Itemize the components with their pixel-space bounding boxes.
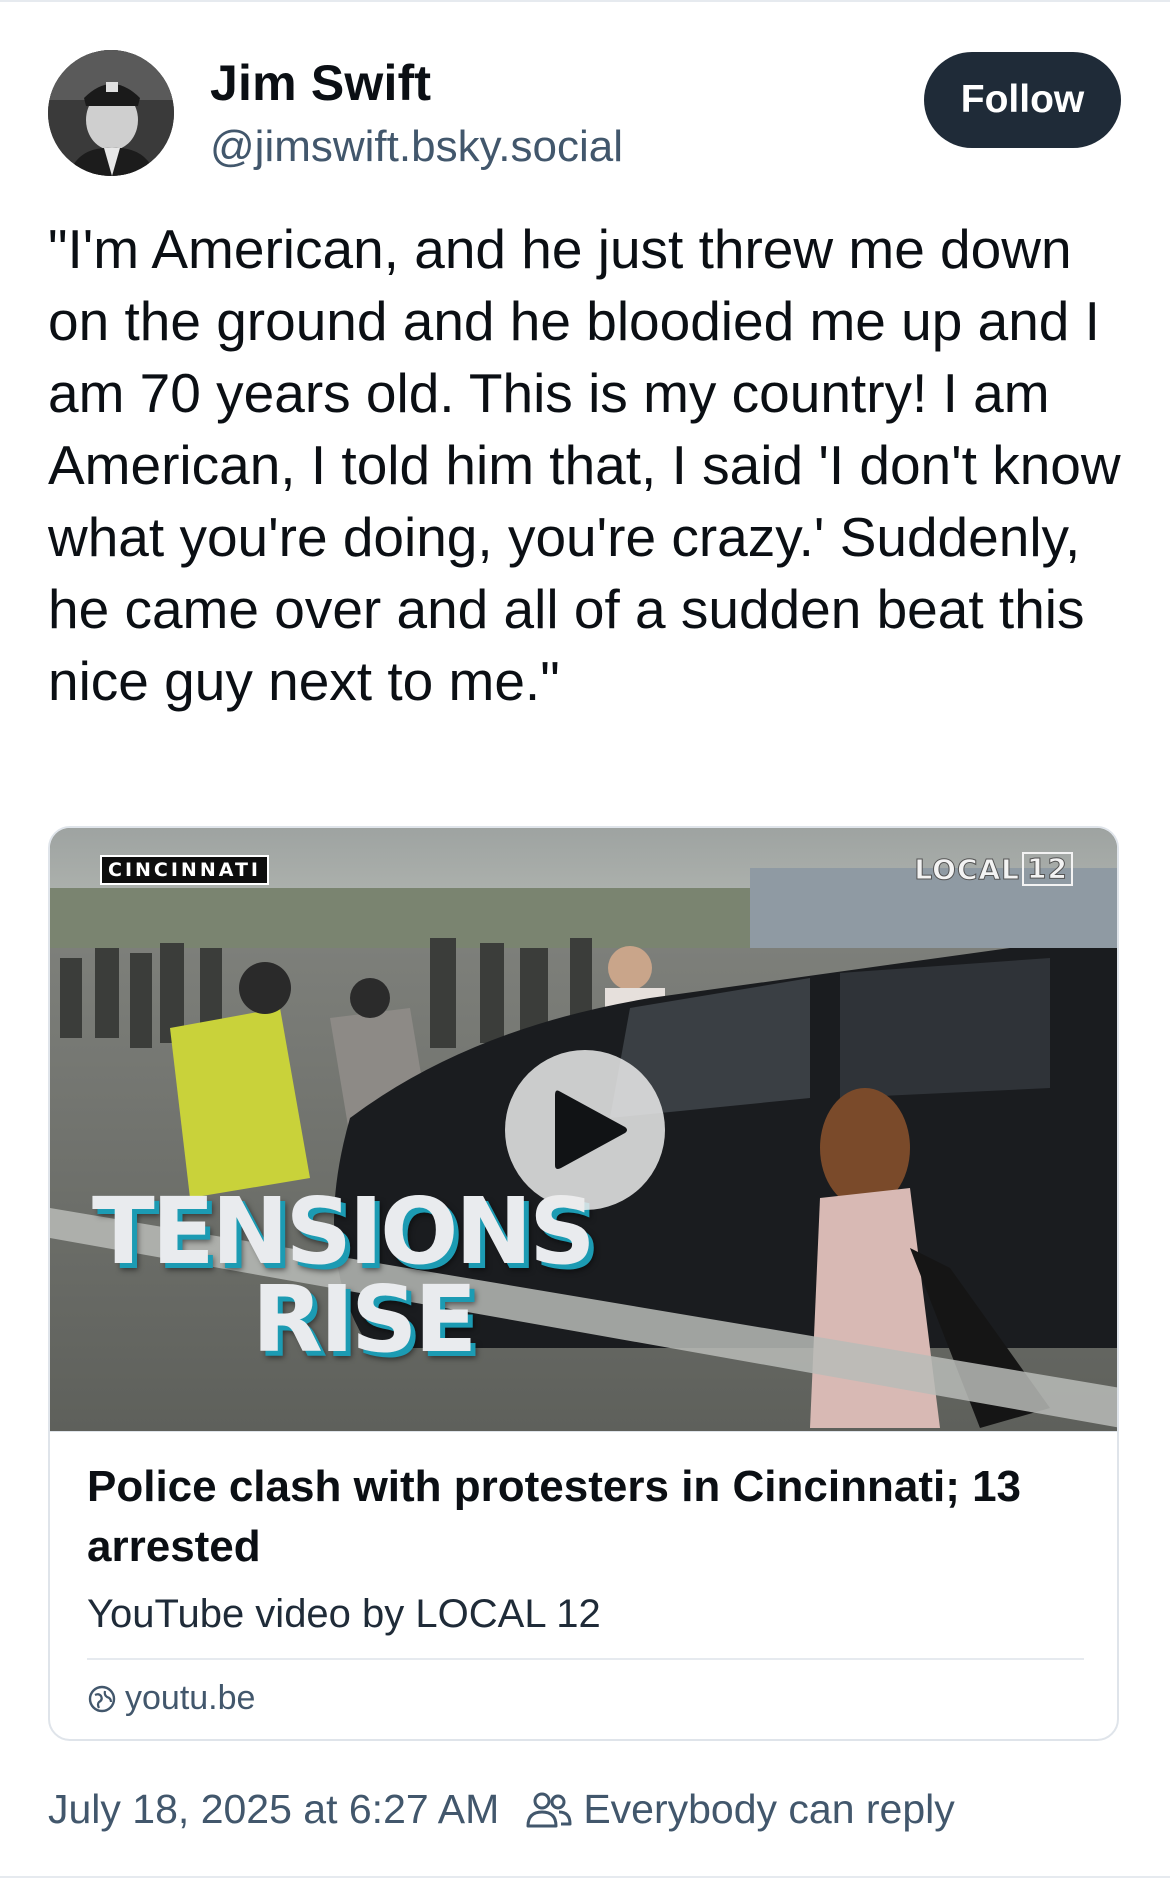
post-meta: July 18, 2025 at 6:27 AM Everybody can r…	[48, 1786, 955, 1833]
author-handle[interactable]: @jimswift.bsky.social	[210, 122, 623, 172]
embed-description: YouTube video by LOCAL 12	[87, 1592, 601, 1636]
post: Jim Swift @jimswift.bsky.social Follow "…	[0, 0, 1170, 1883]
embed-info[interactable]: Police clash with protesters in Cincinna…	[50, 1431, 1117, 1739]
author-display-name[interactable]: Jim Swift	[210, 54, 431, 112]
reply-setting[interactable]: Everybody can reply	[583, 1786, 954, 1833]
play-icon	[555, 1090, 627, 1169]
bottom-divider	[0, 1876, 1170, 1878]
author-avatar[interactable]	[48, 50, 174, 176]
embed-divider	[87, 1658, 1084, 1660]
location-badge: CINCINNATI	[100, 855, 269, 885]
follow-button[interactable]: Follow	[924, 52, 1121, 148]
play-button[interactable]	[505, 1050, 665, 1210]
embed-domain[interactable]: youtu.be	[87, 1679, 255, 1718]
globe-icon	[88, 1685, 116, 1712]
station-logo: LOCAL 12	[914, 852, 1073, 886]
link-embed-card[interactable]: CINCINNATI LOCAL 12 TENSIONS RISE Police…	[48, 826, 1119, 1741]
station-logo-text: LOCAL	[914, 852, 1021, 886]
video-thumbnail[interactable]: CINCINNATI LOCAL 12 TENSIONS RISE	[50, 828, 1117, 1431]
thumbnail-headline: TENSIONS RISE	[92, 1186, 652, 1373]
embed-title[interactable]: Police clash with protesters in Cincinna…	[87, 1457, 1087, 1577]
station-logo-number: 12	[1022, 852, 1073, 886]
post-text: "I'm American, and he just threw me down…	[48, 218, 1121, 712]
thumbnail-headline-line2: RISE	[252, 1266, 477, 1373]
people-icon	[526, 1792, 572, 1827]
post-timestamp[interactable]: July 18, 2025 at 6:27 AM	[48, 1786, 499, 1833]
embed-domain-text: youtu.be	[125, 1679, 256, 1717]
avatar-photo-icon	[48, 50, 174, 176]
